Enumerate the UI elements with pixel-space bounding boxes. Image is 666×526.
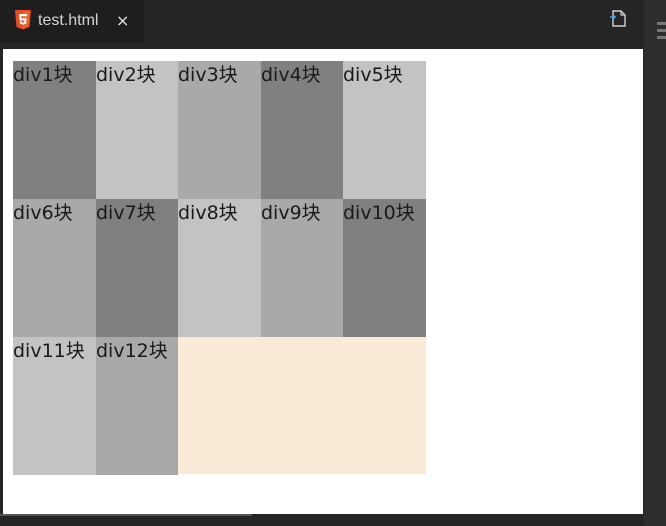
- grid-block-12: div12块: [96, 337, 178, 475]
- grid-block-11: div11块: [13, 337, 96, 475]
- preview-viewport: div1块 div2块 div3块 div4块 div5块 div6块 div7块 div8块…: [3, 49, 643, 514]
- status-bar: [0, 514, 644, 526]
- block-container: div1块 div2块 div3块 div4块 div5块 div6块 div7块 div8块…: [13, 61, 426, 475]
- close-icon[interactable]: ×: [116, 11, 130, 31]
- html5-icon: [15, 10, 31, 30]
- tab-title: test.html: [38, 12, 99, 29]
- grid-block-5: div5块: [343, 61, 426, 199]
- grid-block-2: div2块: [96, 61, 178, 199]
- grid-block-1: div1块: [13, 61, 96, 199]
- vertical-scrollbar[interactable]: [644, 0, 666, 526]
- grid-block-6: div6块: [13, 199, 96, 337]
- tab-test-html[interactable]: test.html ×: [0, 0, 144, 42]
- scrollbar-grip-icon[interactable]: [657, 22, 666, 46]
- grid-block-8: div8块: [178, 199, 261, 337]
- horizontal-scrollbar[interactable]: [0, 514, 252, 516]
- tab-bar: test.html ×: [0, 0, 644, 42]
- grid-block-9: div9块: [261, 199, 343, 337]
- grid-block-4: div4块: [261, 61, 343, 199]
- editor-window: test.html × div1块 div2块 div3块 div4块 div5块 div…: [0, 0, 666, 526]
- grid-block-10: div10块: [343, 199, 426, 337]
- open-in-browser-icon[interactable]: [609, 8, 629, 28]
- grid-block-7: div7块: [96, 199, 178, 337]
- grid-block-3: div3块: [178, 61, 261, 199]
